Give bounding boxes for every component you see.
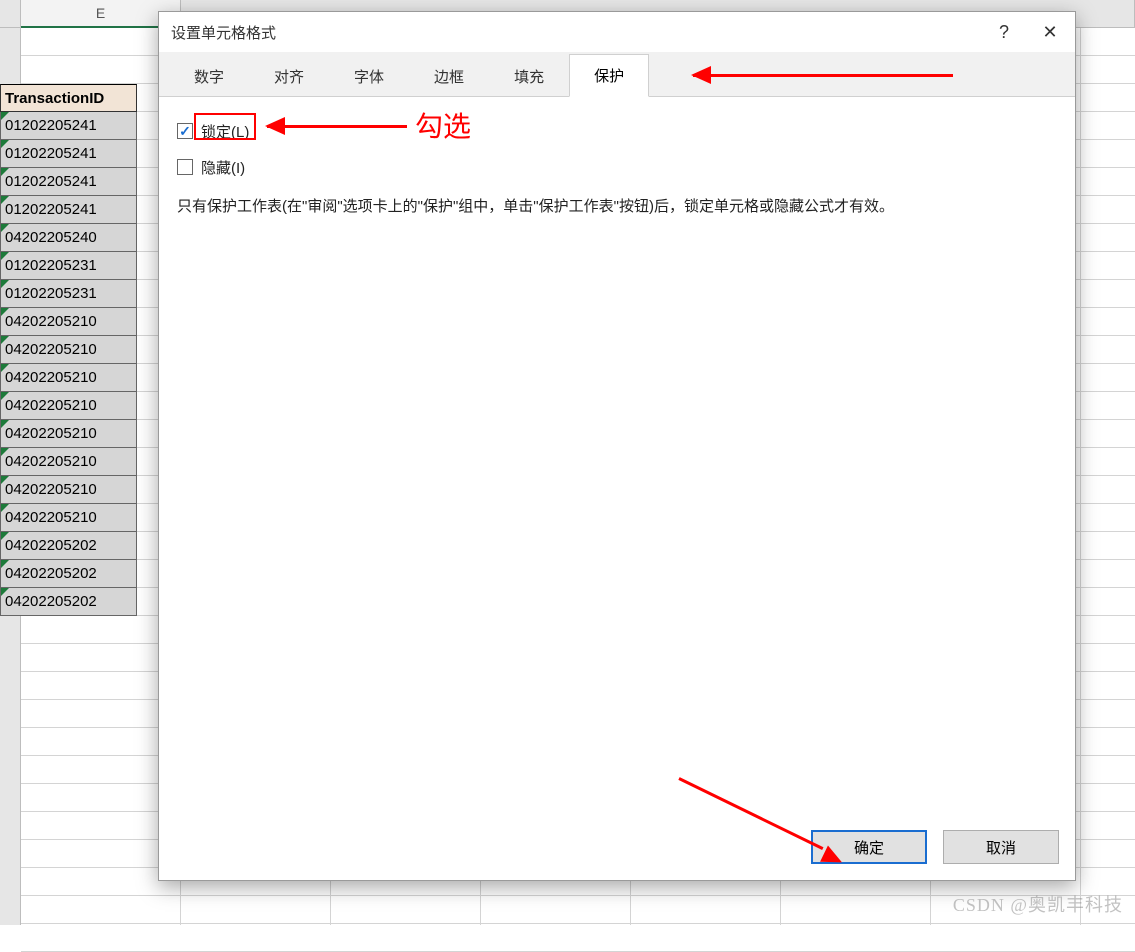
dialog-button-row: 确定 取消 [159,820,1075,880]
table-data-cell[interactable]: 01202205231 [0,252,137,280]
tab-数字[interactable]: 数字 [169,55,249,97]
table-data-cell[interactable]: 01202205241 [0,112,137,140]
hidden-checkbox-label: 隐藏(I) [201,157,245,178]
dialog-tabs: 数字对齐字体边框填充保护 [159,52,1075,97]
table-data-cell[interactable]: 01202205241 [0,140,137,168]
hidden-checkbox[interactable] [177,159,193,175]
table-data-cell[interactable]: 04202205210 [0,392,137,420]
hidden-checkbox-row[interactable]: 隐藏(I) [177,151,1057,183]
locked-checkbox-row[interactable]: 锁定(L) [177,115,1057,147]
table-data-cell[interactable]: 04202205202 [0,588,137,616]
locked-checkbox[interactable] [177,123,193,139]
close-icon: ✕ [1042,22,1057,43]
table-data-cell[interactable]: 04202205210 [0,448,137,476]
locked-checkbox-label: 锁定(L) [201,121,249,142]
tab-字体[interactable]: 字体 [329,55,409,97]
table-data-cell[interactable]: 04202205210 [0,420,137,448]
close-button[interactable]: ✕ [1027,12,1073,52]
table-data-cell[interactable]: 01202205241 [0,196,137,224]
dialog-titlebar: 设置单元格格式 ? ✕ [159,12,1075,52]
tab-body-protection: 锁定(L) 隐藏(I) 只有保护工作表(在"审阅"选项卡上的"保护"组中，单击"… [159,97,1075,820]
data-column-block: TransactionID 01202205241012022052410120… [0,84,137,616]
table-data-cell[interactable]: 04202205210 [0,476,137,504]
table-data-cell[interactable]: 04202205210 [0,364,137,392]
cancel-button[interactable]: 取消 [943,830,1059,864]
table-data-cell[interactable]: 04202205210 [0,308,137,336]
tab-对齐[interactable]: 对齐 [249,55,329,97]
table-header-cell[interactable]: TransactionID [0,84,137,112]
column-header-E[interactable]: E [21,0,181,28]
protection-help-text: 只有保护工作表(在"审阅"选项卡上的"保护"组中，单击"保护工作表"按钮)后，锁… [177,195,1057,219]
table-data-cell[interactable]: 01202205241 [0,168,137,196]
table-data-cell[interactable]: 04202205202 [0,560,137,588]
dialog-title: 设置单元格格式 [171,22,981,43]
table-data-cell[interactable]: 01202205231 [0,280,137,308]
table-data-cell[interactable]: 04202205210 [0,336,137,364]
help-button[interactable]: ? [981,12,1027,52]
ok-button[interactable]: 确定 [811,830,927,864]
tab-保护[interactable]: 保护 [569,54,649,97]
select-all-corner[interactable] [0,0,21,27]
tab-边框[interactable]: 边框 [409,55,489,97]
table-data-cell[interactable]: 04202205240 [0,224,137,252]
format-cells-dialog: 设置单元格格式 ? ✕ 数字对齐字体边框填充保护 锁定(L) 隐藏(I) 只有保… [158,11,1076,881]
table-data-cell[interactable]: 04202205210 [0,504,137,532]
table-data-cell[interactable]: 04202205202 [0,532,137,560]
tab-填充[interactable]: 填充 [489,55,569,97]
